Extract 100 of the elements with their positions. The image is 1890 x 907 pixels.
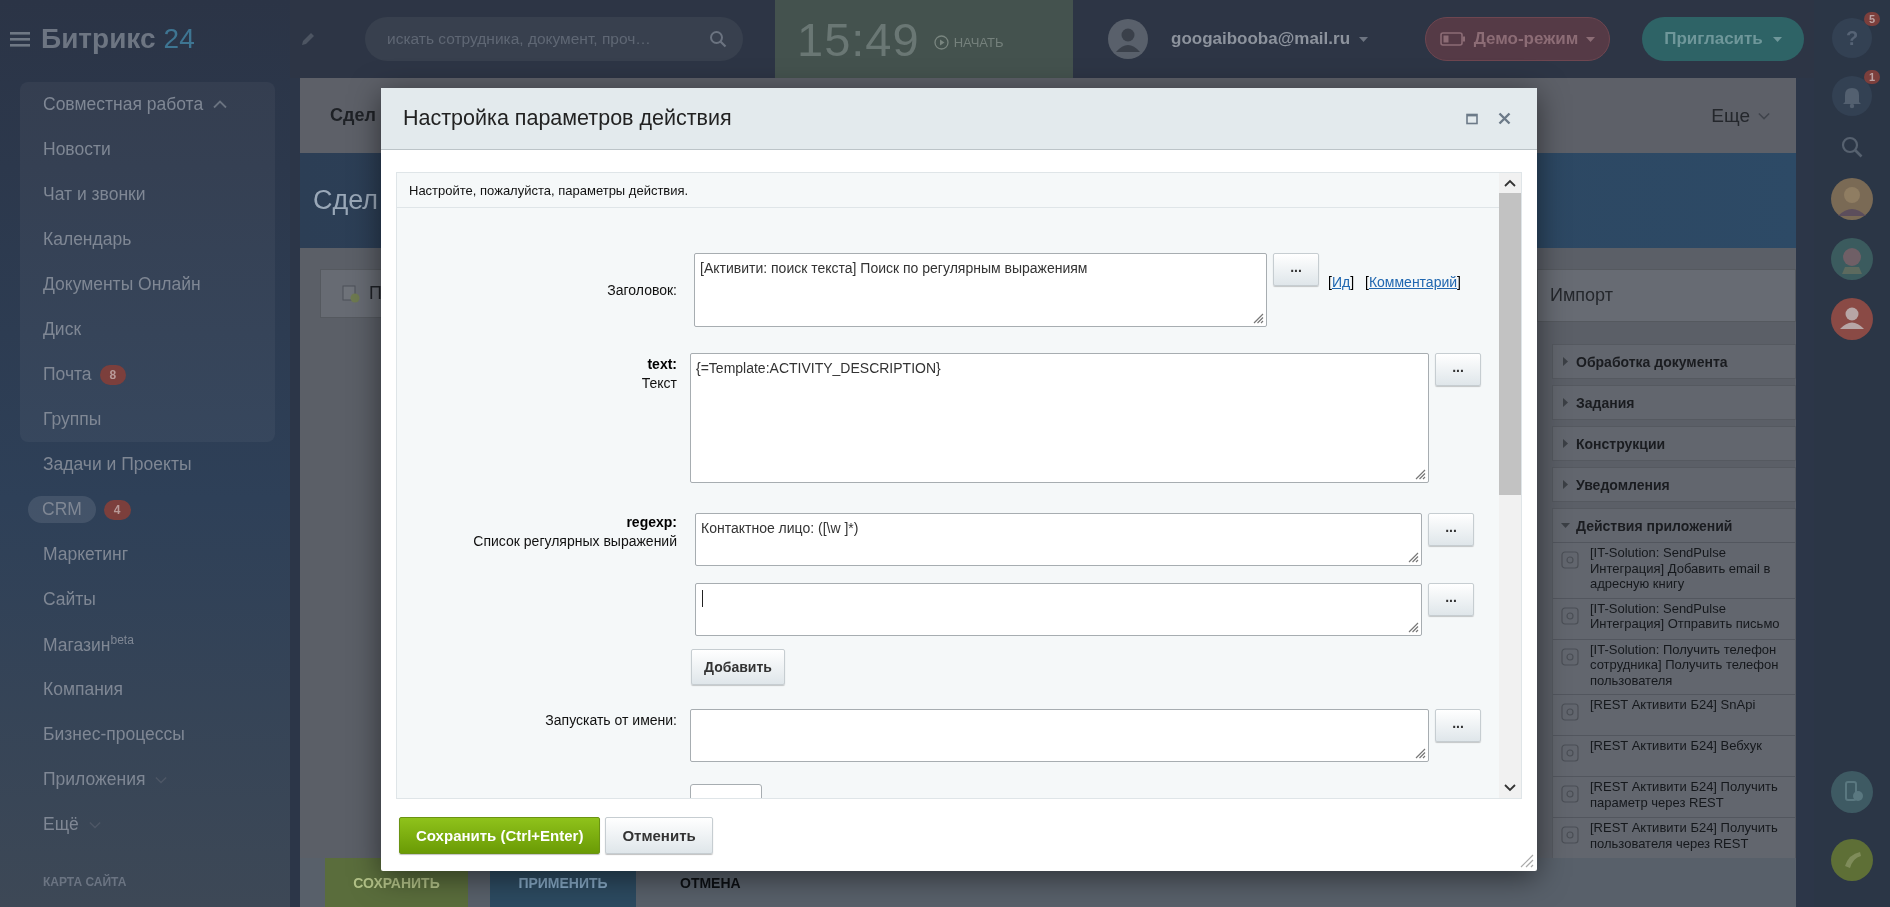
avatar-icon[interactable] <box>1831 178 1873 220</box>
link-bracket: [ <box>1365 274 1369 290</box>
browse-button[interactable]: ... <box>1273 253 1319 286</box>
menu-item[interactable]: Чат и звонки <box>43 184 146 205</box>
menu-item[interactable]: Приложения <box>43 769 146 790</box>
browse-button[interactable]: ... <box>1428 513 1474 546</box>
avatar-icon[interactable] <box>1831 238 1873 280</box>
menu-item[interactable]: Совместная работа <box>43 94 204 115</box>
activity-item[interactable]: [REST Активити Б24] Вебхук <box>1590 738 1763 754</box>
document-gear-icon <box>341 283 361 304</box>
browse-button[interactable]: ... <box>1428 583 1474 616</box>
logo-number: 24 <box>163 23 195 55</box>
menu-item[interactable]: Группы <box>43 409 102 430</box>
field-label: Список регулярных выражений <box>473 532 677 551</box>
pencil-icon[interactable] <box>300 31 316 47</box>
menu-item[interactable]: Бизнес-процессы <box>43 724 185 745</box>
add-button[interactable]: Добавить <box>691 649 785 685</box>
menu-item[interactable]: Календарь <box>43 229 132 250</box>
input-field[interactable]: {=Template:ACTIVITY_DESCRIPTION} <box>690 353 1429 483</box>
notification-badge: 1 <box>1863 70 1880 84</box>
battery-icon <box>1439 32 1466 46</box>
activity-icon <box>1561 744 1579 762</box>
browse-button[interactable]: ... <box>1435 353 1481 386</box>
menu-item[interactable]: Сайты <box>43 589 96 610</box>
activity-icon <box>1561 606 1579 625</box>
intro-text: Настройте, пожалуйста, параметры действия. <box>409 182 689 198</box>
user-email[interactable]: googaibooba@mail.ru <box>1171 29 1351 49</box>
scrollbar[interactable] <box>1499 173 1521 798</box>
invite-button[interactable]: Пригласить <box>1642 17 1804 61</box>
more-menu[interactable]: Еще <box>1711 104 1770 127</box>
input-field[interactable] <box>695 583 1422 636</box>
chevron-icon[interactable] <box>213 100 228 109</box>
menu-item[interactable]: Компания <box>43 679 124 700</box>
link[interactable]: Комментарий <box>1368 274 1458 290</box>
scroll-up-icon[interactable] <box>1504 179 1516 187</box>
field-label: Текст <box>641 374 677 393</box>
browse-button[interactable]: ... <box>1435 709 1481 742</box>
input-field[interactable]: Контактное лицо: ([\w ]*) <box>695 513 1422 566</box>
accordion-header[interactable]: Уведомления <box>1553 468 1795 501</box>
caret-icon[interactable] <box>1359 36 1369 42</box>
menu-item[interactable]: Документы Онлайн <box>43 274 201 295</box>
counter-badge: 4 <box>103 499 131 520</box>
menu-icon[interactable] <box>10 31 30 47</box>
dialog-button[interactable]: Сохранить (Ctrl+Enter) <box>399 817 601 854</box>
resize-grip-icon[interactable] <box>1415 469 1426 480</box>
activity-item[interactable]: [IT-Solution: SendPulse Интеграция] Добавить email в адресную книгу <box>1590 545 1791 592</box>
dialog-title: Настройка параметров действия <box>403 106 733 131</box>
menu-item[interactable]: Задачи и Проекты <box>43 454 192 475</box>
activity-item[interactable]: [IT-Solution: Получить телефон сотрудника] Получить телефон пользователя <box>1590 641 1791 688</box>
chevron-icon <box>1758 111 1770 120</box>
accordion-header[interactable]: Задания <box>1553 386 1795 419</box>
dialog-button[interactable]: Отменить <box>605 817 713 854</box>
menu-item[interactable]: Магазин$^{beta}$ <box>43 633 134 656</box>
menu-item[interactable]: CRM <box>28 496 96 523</box>
counter-badge: 8 <box>99 364 127 385</box>
activity-item[interactable]: [REST Активити Б24] Получить параметр через REST <box>1590 779 1791 810</box>
scrollbar-thumb[interactable] <box>1499 193 1521 495</box>
menu-item[interactable]: Новости <box>43 139 111 160</box>
activity-item[interactable]: [REST Активити Б24] SnApi <box>1590 697 1756 713</box>
resize-grip-icon[interactable] <box>1408 622 1419 633</box>
menu-item[interactable]: Почта <box>43 364 92 385</box>
search-icon[interactable] <box>1841 136 1863 158</box>
activity-icon <box>1561 647 1579 666</box>
logo-text: Битрикс <box>41 23 156 55</box>
menu-item[interactable]: Ещё <box>43 814 79 835</box>
menu-item[interactable]: Маркетинг <box>43 544 129 565</box>
field-label: Запускать от имени: <box>545 711 677 730</box>
resize-grip-icon[interactable] <box>1520 854 1534 868</box>
close-icon[interactable] <box>1498 112 1511 125</box>
activity-item[interactable]: [REST Активити Б24] Получить пользователя через REST <box>1590 820 1791 851</box>
phone-cloud-icon[interactable] <box>1831 771 1873 813</box>
resize-grip-icon[interactable] <box>1408 552 1419 563</box>
activity-icon <box>1561 551 1579 569</box>
accordion-header[interactable]: Действия приложений <box>1553 509 1795 542</box>
maximize-icon[interactable] <box>1466 112 1478 125</box>
tab[interactable]: Сдел <box>330 105 376 126</box>
link-bracket: ] <box>1350 274 1354 290</box>
user-avatar-icon[interactable] <box>1108 19 1148 59</box>
accordion-header[interactable]: Конструкции <box>1553 427 1795 460</box>
input-field[interactable] <box>690 709 1429 762</box>
avatar-icon[interactable] <box>1831 298 1873 340</box>
link-bracket: ] <box>1457 274 1461 290</box>
caret-icon <box>1586 36 1596 42</box>
search-icon[interactable] <box>709 30 727 48</box>
activity-icon <box>1561 785 1579 803</box>
menu-item[interactable]: Диск <box>43 319 82 340</box>
activity-icon <box>1561 703 1579 721</box>
scroll-down-icon[interactable] <box>1504 784 1516 792</box>
caret-icon <box>1772 36 1782 42</box>
input-field[interactable]: [Активити: поиск текста] Поиск по регулярным выражениям <box>694 253 1267 327</box>
resize-grip-icon[interactable] <box>1253 313 1264 324</box>
field-name: text: <box>647 355 677 374</box>
import-button[interactable]: Импорт <box>1537 269 1796 322</box>
action-button[interactable]: ОТМЕНА <box>658 858 763 907</box>
phone-icon[interactable] <box>1831 839 1873 881</box>
play-icon <box>933 34 949 50</box>
resize-grip-icon[interactable] <box>1415 748 1426 759</box>
field-name: regexp: <box>626 513 677 532</box>
activity-item[interactable]: [IT-Solution: SendPulse Интеграция] Отправить письмо <box>1590 600 1791 632</box>
accordion-header[interactable]: Обработка документа <box>1553 345 1795 378</box>
